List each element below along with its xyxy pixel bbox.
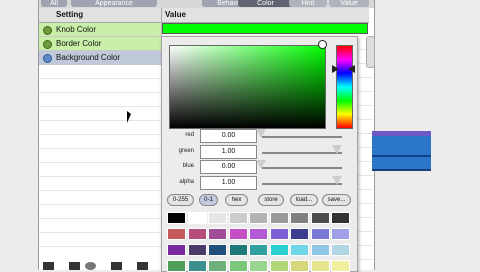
- value-column-header[interactable]: Value: [161, 8, 369, 23]
- color-swatch[interactable]: [290, 228, 309, 240]
- blue-field[interactable]: 0.00: [200, 160, 257, 174]
- color-setting-icon: [43, 54, 52, 63]
- tab-all[interactable]: All: [41, 0, 67, 7]
- circle-icon[interactable]: [85, 262, 96, 270]
- color-swatch[interactable]: [290, 212, 309, 224]
- blue-slider-track[interactable]: [262, 167, 342, 169]
- color-swatch[interactable]: [167, 212, 186, 224]
- vertical-scrollbar[interactable]: [366, 36, 375, 68]
- color-swatch[interactable]: [228, 212, 248, 224]
- color-swatch[interactable]: [187, 212, 207, 224]
- color-swatch[interactable]: [290, 244, 309, 256]
- tab-color[interactable]: Color: [238, 0, 293, 7]
- current-color-value[interactable]: [162, 23, 368, 34]
- setting-row-border-color[interactable]: Border Color: [39, 37, 161, 51]
- color-swatch[interactable]: [331, 228, 350, 240]
- tab-hint[interactable]: Hint: [289, 0, 327, 7]
- color-swatch[interactable]: [208, 212, 227, 224]
- color-setting-icon: [43, 40, 52, 49]
- value-column-stripes: [358, 36, 373, 270]
- load-button[interactable]: load...: [290, 194, 318, 206]
- color-swatch[interactable]: [310, 244, 330, 256]
- color-swatch[interactable]: [310, 212, 330, 224]
- color-swatch[interactable]: [187, 260, 207, 272]
- alpha-slider-track[interactable]: [262, 183, 342, 185]
- color-swatch[interactable]: [167, 228, 186, 240]
- color-swatch[interactable]: [331, 260, 350, 272]
- color-setting-icon: [43, 26, 52, 35]
- color-swatch[interactable]: [269, 228, 289, 240]
- color-swatch[interactable]: [249, 260, 268, 272]
- tab-appearance[interactable]: Appearance: [71, 0, 157, 7]
- color-cursor-icon[interactable]: [318, 40, 327, 49]
- hex-button[interactable]: hex: [225, 194, 248, 206]
- color-swatch[interactable]: [249, 212, 268, 224]
- color-swatch[interactable]: [269, 212, 289, 224]
- color-swatch[interactable]: [310, 260, 330, 272]
- alpha-slider-knob[interactable]: [332, 176, 342, 185]
- color-picker-popup: red 0.00 green 1.00 blue 0.00 alpha 1.00…: [161, 36, 358, 272]
- color-swatch[interactable]: [167, 244, 186, 256]
- color-swatch[interactable]: [249, 244, 268, 256]
- color-swatch[interactable]: [208, 228, 227, 240]
- store-button[interactable]: store: [258, 194, 284, 206]
- background-slider-widget[interactable]: [372, 131, 431, 171]
- camera-icon[interactable]: [43, 262, 54, 270]
- color-swatch[interactable]: [228, 228, 248, 240]
- arrow-icon[interactable]: [137, 262, 148, 270]
- tab-value[interactable]: Value: [329, 0, 369, 7]
- blue-slider-knob[interactable]: [256, 160, 266, 169]
- green-field[interactable]: 1.00: [200, 145, 257, 159]
- setting-row-label: Background Color: [56, 53, 121, 62]
- empty-rows: [39, 65, 161, 260]
- color-swatch[interactable]: [331, 244, 350, 256]
- grid-icon[interactable]: [69, 262, 80, 270]
- color-swatch[interactable]: [290, 260, 309, 272]
- swatch-grid: [167, 212, 357, 272]
- color-swatch[interactable]: [269, 260, 289, 272]
- red-slider-knob[interactable]: [256, 129, 266, 138]
- saturation-value-field[interactable]: [169, 45, 326, 129]
- color-swatch[interactable]: [187, 244, 207, 256]
- tab-bar: All Appearance Behavior Color Hint Value: [39, 0, 374, 8]
- setting-row-background-color[interactable]: Background Color: [39, 51, 161, 65]
- color-swatch[interactable]: [228, 260, 248, 272]
- setting-row-knob-color[interactable]: Knob Color: [39, 23, 161, 37]
- green-slider-knob[interactable]: [332, 145, 342, 154]
- hue-slider[interactable]: [336, 45, 353, 129]
- color-swatch[interactable]: [249, 228, 268, 240]
- alpha-field[interactable]: 1.00: [200, 176, 257, 190]
- red-label: red: [185, 132, 194, 138]
- close-icon[interactable]: [111, 262, 122, 270]
- green-label: green: [178, 148, 194, 154]
- blue-label: blue: [182, 163, 194, 169]
- red-field[interactable]: 0.00: [200, 129, 257, 143]
- setting-row-label: Knob Color: [56, 25, 97, 34]
- setting-header-label: Setting: [56, 10, 84, 19]
- hue-marker-icon[interactable]: [332, 65, 339, 73]
- color-swatch[interactable]: [228, 244, 248, 256]
- color-swatch[interactable]: [187, 228, 207, 240]
- slider-wave-line: [372, 155, 431, 157]
- color-swatch[interactable]: [167, 260, 186, 272]
- color-swatch[interactable]: [269, 244, 289, 256]
- hue-marker-icon[interactable]: [348, 65, 355, 73]
- range-0-1-button[interactable]: 0-1: [199, 194, 218, 206]
- alpha-label: alpha: [179, 179, 194, 185]
- color-swatch[interactable]: [331, 212, 350, 224]
- color-swatch[interactable]: [310, 228, 330, 240]
- save-button[interactable]: save...: [322, 194, 351, 206]
- setting-row-label: Border Color: [56, 39, 102, 48]
- color-swatch[interactable]: [208, 260, 227, 272]
- range-0-255-button[interactable]: 0-255: [167, 194, 194, 206]
- value-header-label: Value: [165, 10, 186, 19]
- red-slider-track[interactable]: [262, 136, 342, 138]
- mouse-pointer-icon: [127, 111, 131, 123]
- color-swatch[interactable]: [208, 244, 227, 256]
- setting-column-header[interactable]: Setting: [39, 8, 161, 23]
- green-slider-track[interactable]: [262, 152, 342, 154]
